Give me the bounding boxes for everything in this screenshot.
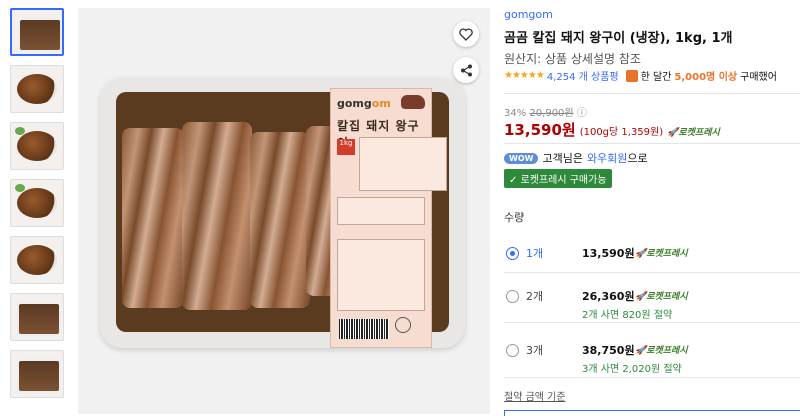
option-savings: 2개 사면 820원 절약 (582, 310, 673, 321)
divider (504, 322, 800, 323)
wow-text-prefix: 고객님은 (542, 152, 583, 165)
month-text-suffix: 구매했어 (740, 72, 777, 83)
option-price: 26,360원 (582, 290, 635, 303)
wow-member-link[interactable]: 와우회원 (587, 150, 627, 166)
main-product-image: gomgom 칼집 돼지 왕구이 1kg (78, 8, 490, 414)
wow-text-suffix: 으로 (627, 152, 648, 165)
rocket-fresh-badge: ✓ 로켓프레시 구매가능 (504, 169, 612, 188)
wow-row: WOW 고객님은 와우회원 으로 (504, 150, 648, 166)
thumbnail-1[interactable] (10, 8, 64, 56)
divider (504, 143, 800, 144)
product-title: 곰곰 칼집 돼지 왕구이 (냉장), 1kg, 1개 (504, 31, 733, 46)
month-count: 5,000명 이상 (674, 72, 738, 83)
rocket-fresh-icon: 🚀로켓프레시 (635, 292, 688, 302)
rocket-fresh-icon: 🚀로켓프레시 (635, 346, 688, 356)
option-qty: 2개 (526, 290, 544, 303)
info-icon[interactable]: ⓘ (577, 108, 587, 119)
review-count-link[interactable]: 4,254 개 상품평 (547, 68, 619, 83)
package-kg-badge: 1kg (337, 139, 355, 155)
origin-text: 원산지: 상품 상세설명 참조 (504, 52, 641, 66)
radio-button[interactable] (506, 344, 519, 357)
discount-rate: 34% (504, 108, 527, 119)
month-text-prefix: 한 달간 (640, 72, 672, 83)
thumbnail-5[interactable] (10, 236, 64, 284)
cart-button-edge[interactable] (504, 410, 800, 416)
option-price: 38,750원 (582, 344, 635, 357)
thumbnail-3[interactable] (10, 122, 64, 170)
divider (504, 272, 800, 273)
thumbnail-2[interactable] (10, 65, 64, 113)
quantity-label: 수량 (504, 211, 525, 224)
rocket-fresh-icon: 🚀로켓프레시 (635, 249, 688, 259)
option-savings: 3개 사면 2,020원 절약 (582, 364, 682, 375)
sale-price: 13,590원 (504, 121, 576, 139)
thumbnail-6[interactable] (10, 293, 64, 341)
divider (504, 377, 800, 378)
share-icon[interactable] (453, 57, 479, 83)
unit-price: (100g당 1,359원) (579, 127, 664, 138)
original-price: 20,900원 (529, 108, 574, 119)
option-price: 13,590원 (582, 247, 635, 260)
thumbnail-list (10, 8, 68, 407)
thumbnail-7[interactable] (10, 350, 64, 398)
recycle-icon (395, 317, 411, 333)
radio-button[interactable] (506, 247, 519, 260)
discount-row: 34% 20,900원 ⓘ (504, 104, 587, 119)
option-qty: 1개 (526, 247, 544, 260)
radio-button[interactable] (506, 290, 519, 303)
product-package: gomgom 칼집 돼지 왕구이 1kg (100, 78, 465, 348)
package-brand: gomgom (337, 97, 391, 110)
purchase-icon (625, 69, 638, 82)
barcode (339, 319, 389, 339)
rocket-fresh-icon: 🚀로켓프레시 (667, 128, 720, 138)
divider (504, 93, 800, 94)
wow-badge: WOW (504, 152, 539, 164)
brand-link[interactable]: gomgom (504, 8, 553, 21)
option-qty: 3개 (526, 344, 544, 357)
package-label: gomgom 칼집 돼지 왕구이 1kg (330, 88, 447, 348)
star-rating: ★★★★★ (504, 70, 545, 81)
thumbnail-4[interactable] (10, 179, 64, 227)
pig-logo-icon (401, 95, 425, 109)
price-row: 13,590원 (100g당 1,359원) 🚀로켓프레시 (504, 119, 720, 140)
heart-icon[interactable] (453, 21, 479, 47)
rating-row: ★★★★★ 4,254 개 상품평 한 달간 5,000명 이상 구매했어 (504, 68, 777, 83)
savings-basis-link[interactable]: 절약 금액 기준 (504, 388, 566, 403)
